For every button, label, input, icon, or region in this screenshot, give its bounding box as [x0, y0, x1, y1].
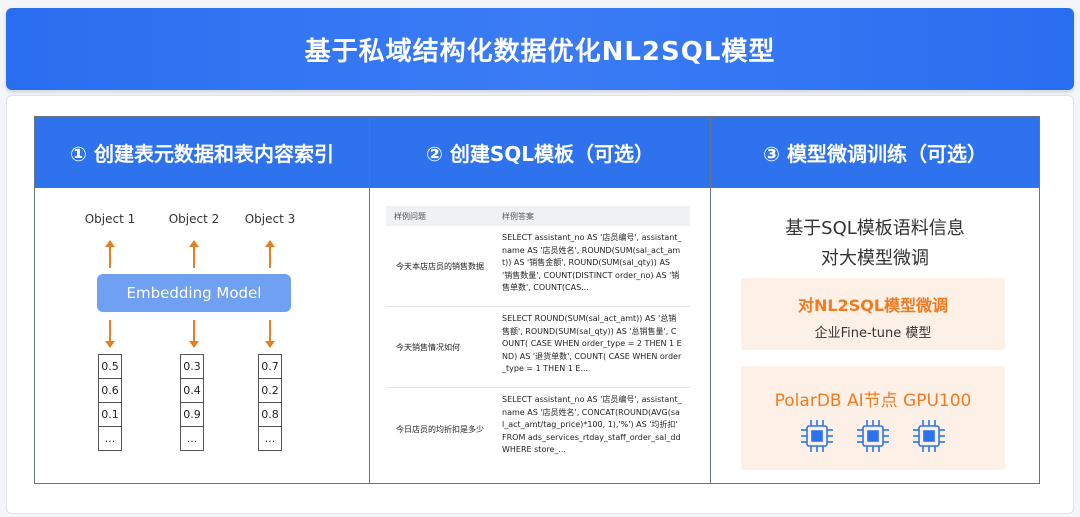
finetune-card-subtitle: 企业Fine-tune 模型 [814, 326, 932, 341]
arrow-up-icon [189, 240, 199, 268]
row-answer: SELECT assistant_no AS '店员编号', assistant… [502, 395, 682, 454]
table-row: 今天本店店员的销售数据 SELECT assistant_no AS '店员编号… [386, 226, 690, 307]
arrow-up-icon [105, 240, 115, 268]
vector-cell: ... [98, 426, 122, 451]
vector-cell: 0.7 [258, 354, 282, 378]
finetune-line-2: 对大模型微调 [821, 248, 929, 269]
finetune-card-title: 对NL2SQL模型微调 [797, 296, 949, 315]
row-question: 今天本店店员的销售数据 [396, 261, 484, 271]
vector-cell: 0.1 [98, 402, 122, 426]
vector-cell: 0.3 [180, 354, 204, 378]
vector-cell: ... [180, 426, 204, 451]
table-row: 今日店员的均折扣是多少 SELECT assistant_no AS '店员编号… [386, 388, 690, 470]
gpu-node-title: PolarDB AI节点 GPU100 [774, 391, 972, 411]
embedding-diagram: Object 1 Object 2 Object 3 Embedding Mod… [35, 188, 369, 483]
object-label-2: Object 2 [168, 212, 220, 226]
steps-grid: ① 创建表元数据和表内容索引 Object 1 Object 2 Object … [34, 116, 1040, 484]
header-answer: 样例答案 [502, 211, 534, 221]
vector-cell: 0.6 [98, 378, 122, 402]
vector-cell: 0.5 [98, 354, 122, 378]
vector-cell: 0.9 [180, 402, 204, 426]
column-heading-3: ③ 模型微调训练（可选） [711, 117, 1039, 188]
vector-1: 0.5 0.6 0.1 ... [98, 354, 122, 451]
finetune-area: 基于SQL模板语料信息 对大模型微调 对NL2SQL模型微调 企业Fine-tu… [711, 188, 1039, 483]
vector-2: 0.3 0.4 0.9 ... [180, 354, 204, 451]
arrow-down-icon [265, 320, 275, 348]
vector-cell: 0.8 [258, 402, 282, 426]
vector-3: 0.7 0.2 0.8 ... [258, 354, 282, 451]
object-label-3: Object 3 [244, 212, 296, 226]
vector-cell: 0.2 [258, 378, 282, 402]
vector-cell: 0.4 [180, 378, 204, 402]
finetune-card: 对NL2SQL模型微调 企业Fine-tune 模型 [741, 278, 1005, 350]
row-question: 今日店员的均折扣是多少 [396, 424, 484, 434]
chip-row [741, 418, 1005, 454]
column-heading-1: ① 创建表元数据和表内容索引 [35, 117, 369, 188]
column-sql-template: ② 创建SQL模板（可选） 样例问题 样例答案 今天本店店员的销售数据 SELE… [370, 117, 711, 483]
table-header: 样例问题 样例答案 [386, 206, 690, 226]
arrow-down-icon [105, 320, 115, 348]
finetune-line-1: 基于SQL模板语料信息 [785, 218, 965, 239]
sql-template-table: 样例问题 样例答案 今天本店店员的销售数据 SELECT assistant_n… [386, 206, 690, 470]
chip-icon [801, 420, 833, 452]
title-banner: 基于私域结构化数据优化NL2SQL模型 [6, 8, 1074, 90]
row-answer: SELECT ROUND(SUM(sal_act_amt)) AS '总销售额'… [502, 314, 682, 373]
column-finetune: ③ 模型微调训练（可选） 基于SQL模板语料信息 对大模型微调 对NL2SQL模… [711, 117, 1039, 483]
arrow-down-icon [189, 320, 199, 348]
vector-cell: ... [258, 426, 282, 451]
chip-icon [913, 420, 945, 452]
arrow-up-icon [265, 240, 275, 268]
sql-template-area: 样例问题 样例答案 今天本店店员的销售数据 SELECT assistant_n… [370, 188, 710, 483]
row-question: 今天销售情况如何 [396, 342, 460, 352]
row-answer: SELECT assistant_no AS '店员编号', assistant… [502, 233, 682, 292]
page-title: 基于私域结构化数据优化NL2SQL模型 [304, 36, 776, 67]
column-heading-2: ② 创建SQL模板（可选） [370, 117, 710, 188]
gpu-node-card: PolarDB AI节点 GPU100 [741, 366, 1005, 470]
chip-icon [857, 420, 889, 452]
object-label-1: Object 1 [84, 212, 136, 226]
embedding-model-box: Embedding Model [97, 274, 291, 312]
column-index: ① 创建表元数据和表内容索引 Object 1 Object 2 Object … [35, 117, 370, 483]
table-row: 今天销售情况如何 SELECT ROUND(SUM(sal_act_amt)) … [386, 307, 690, 388]
header-question: 样例问题 [394, 211, 426, 221]
